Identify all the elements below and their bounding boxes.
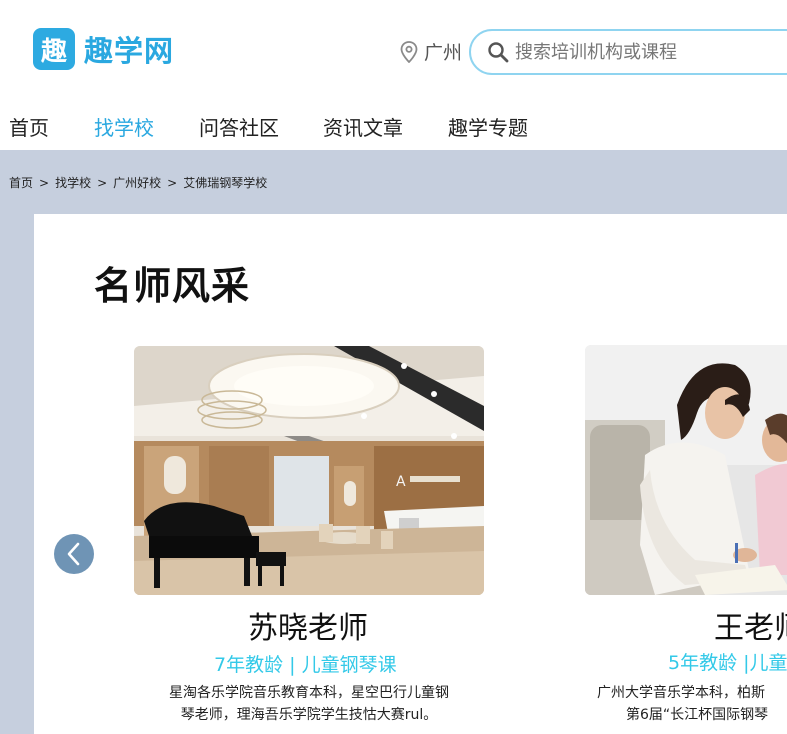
nav-item-news[interactable]: 资讯文章 (323, 112, 403, 150)
teacher-description-line: 星淘各乐学院音乐教育本科，星空巴行儿童钢 (169, 685, 449, 701)
logo-mark: 趣 (33, 28, 75, 70)
location-pin-icon (400, 40, 418, 63)
teacher-description: 星淘各乐学院音乐教育本科，星空巴行儿童钢 琴老师，理海吾乐学院学生技怙大赛rul… (134, 682, 484, 726)
teacher-photo (585, 345, 787, 595)
teacher-description-line: 第6届“长江杯国际钢琴 (626, 707, 769, 723)
nav-item-qa-community[interactable]: 问答社区 (199, 112, 279, 150)
logo-text: 趣学网 (84, 34, 175, 68)
location-label: 广州 (424, 42, 463, 64)
breadcrumb-find-school[interactable]: 找学校 (55, 174, 91, 191)
teacher-description: 广州大学音乐学本科，柏斯 第6届“长江杯国际钢琴 (597, 682, 787, 726)
site-header: 趣 趣学网 广州 (0, 0, 787, 104)
teacher-photo: A (134, 346, 484, 595)
location-selector[interactable]: 广州 (400, 38, 462, 65)
breadcrumb: 首页 > 找学校 > 广州好校 > 艾佛瑞钢琴学校 (9, 174, 267, 191)
carousel-prev-button[interactable] (54, 534, 94, 574)
main-nav: 首页 找学校 问答社区 资讯文章 趣学专题 (0, 104, 787, 153)
search-input[interactable] (513, 40, 777, 64)
studio-photo-illustration: A (134, 346, 484, 595)
search-box[interactable] (469, 29, 787, 75)
breadcrumb-separator: > (167, 175, 178, 190)
breadcrumb-current-school: 艾佛瑞钢琴学校 (183, 176, 268, 190)
nav-item-home[interactable]: 首页 (9, 112, 49, 150)
search-icon[interactable] (487, 41, 509, 63)
chevron-left-icon (67, 542, 80, 566)
teacher-portrait-illustration (585, 345, 787, 595)
nav-item-find-school[interactable]: 找学校 (94, 112, 154, 153)
section-title: 名师风采 (94, 264, 251, 308)
nav-item-topics[interactable]: 趣学专题 (448, 112, 528, 150)
teacher-description-line: 琴老师，理海吾乐学院学生技怙大赛rul。 (180, 707, 438, 723)
teacher-name: 王老师 (714, 611, 787, 646)
teacher-description-line: 广州大学音乐学本科，柏斯 (597, 685, 765, 701)
breadcrumb-separator: > (39, 175, 50, 190)
teacher-subtitle: 5年教龄 |儿童 (668, 652, 787, 674)
breadcrumb-home[interactable]: 首页 (9, 174, 33, 191)
breadcrumb-guangzhou-schools[interactable]: 广州好校 (113, 174, 161, 191)
teacher-name: 苏晓老师 (248, 611, 368, 646)
site-logo[interactable]: 趣 趣学网 (33, 28, 174, 70)
teacher-subtitle: 7年教龄 | 儿童钢琴课 (214, 654, 397, 676)
svg-text:A: A (396, 474, 406, 490)
breadcrumb-separator: > (97, 175, 108, 190)
